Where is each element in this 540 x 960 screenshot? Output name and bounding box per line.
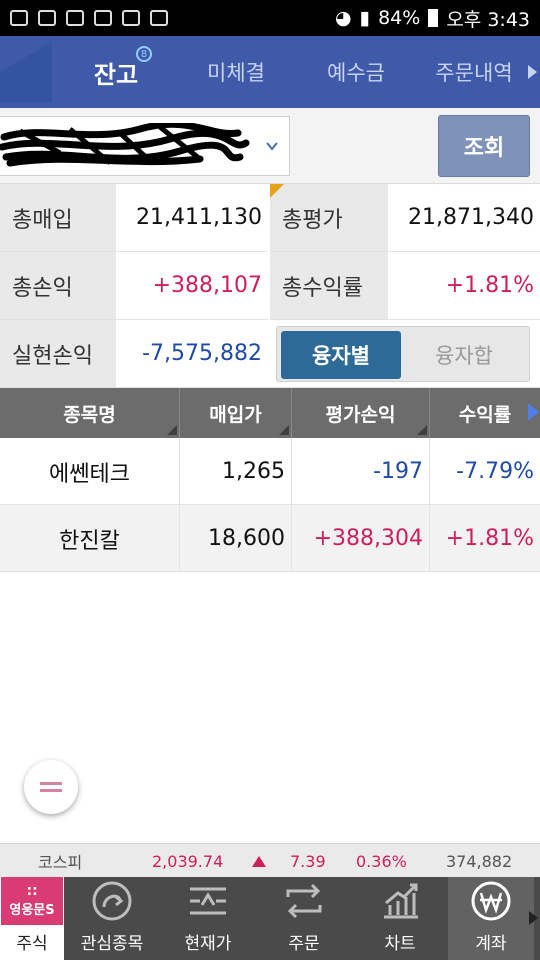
total-pl-label: 총손익 — [0, 252, 116, 320]
stock-name: 한진칼 — [0, 505, 180, 572]
stock-name: 에쎈테크 — [0, 438, 180, 505]
tab-deposit[interactable]: 예수금 — [300, 36, 412, 108]
app-icon — [38, 10, 56, 26]
column-label: 종목명 — [63, 403, 116, 426]
eval-pl: -197 — [292, 438, 430, 505]
nav-label: 현재가 — [184, 934, 232, 954]
tab-bar: 잔고 8 미체결 예수금 주문내역 — [0, 36, 540, 108]
total-return-label: 총수익률 — [270, 252, 388, 320]
stats-icon — [150, 10, 168, 26]
image-icon — [94, 10, 112, 26]
return-rate: -7.79% — [456, 459, 534, 484]
bottom-navigation: ∷ 영웅문S 주식 관심종목 현재가 주문 차트 계좌 — [0, 877, 540, 960]
total-purchase-value: 21,411,130 — [116, 184, 268, 252]
equals-icon — [40, 782, 62, 792]
message-icon — [10, 10, 28, 26]
tab-balance[interactable]: 잔고 — [62, 36, 170, 108]
tab-order-history[interactable]: 주문내역 — [420, 36, 528, 108]
account-select[interactable] — [0, 116, 290, 176]
column-header-name[interactable]: 종목명 — [0, 388, 180, 438]
battery-level: 84% — [378, 7, 421, 29]
column-label: 매입가 — [209, 403, 262, 426]
query-button[interactable]: 조회 — [438, 115, 530, 177]
redacted-scribble-icon — [0, 123, 250, 167]
won-icon — [471, 881, 511, 921]
total-pl-value: +388,107 — [116, 252, 268, 320]
loan-view-toggle: 융자별 융자합 — [276, 326, 530, 382]
nav-chart[interactable]: 차트 — [352, 877, 448, 960]
column-label: 수익률 — [458, 403, 512, 426]
nav-stocks[interactable]: ∷ 영웅문S 주식 — [0, 877, 64, 960]
tab-label: 미체결 — [207, 61, 265, 85]
battery-icon — [428, 9, 439, 27]
up-arrow-icon — [252, 844, 266, 878]
total-eval-label: 총평가 — [270, 184, 388, 252]
eval-pl: +388,304 — [292, 505, 430, 572]
column-header-price[interactable]: 매입가 — [180, 388, 292, 438]
price-lines-icon — [190, 887, 226, 915]
corner-marker — [270, 184, 284, 198]
nav-watchlist[interactable]: 관심종목 — [64, 877, 160, 960]
store-icon — [66, 10, 84, 26]
wifi-icon: ◕ — [335, 7, 352, 29]
brand-logo-icon: ∷ 영웅문S — [1, 877, 63, 925]
index-volume: 374,882 — [446, 851, 513, 871]
total-return-value: +1.81% — [388, 252, 540, 320]
star-ring-icon — [92, 881, 132, 921]
column-label: 평가손익 — [325, 403, 396, 426]
loan-by-item-button[interactable]: 융자별 — [281, 331, 401, 379]
sort-corner-icon — [279, 425, 289, 435]
signal-icon: ▮ — [359, 7, 371, 29]
loan-combined-button[interactable]: 융자합 — [403, 331, 525, 379]
notification-icons — [10, 10, 168, 26]
nav-current-price[interactable]: 현재가 — [160, 877, 256, 960]
system-status: ◕ ▮ 84% 오후 3:43 — [335, 5, 530, 32]
nav-label: 계좌 — [475, 934, 507, 954]
column-header-rate[interactable]: 수익률 — [430, 388, 540, 438]
floating-menu-button[interactable] — [24, 760, 78, 814]
tab-badge: 8 — [136, 46, 152, 62]
index-ticker[interactable]: 코스피 2,039.74 7.39 0.36% 374,882 — [0, 843, 540, 877]
sort-corner-icon — [417, 425, 427, 435]
purchase-price: 1,265 — [180, 438, 292, 505]
table-row[interactable]: 에쎈테크 1,265 -197 -7.79% — [0, 438, 540, 505]
exchange-arrows-icon — [286, 883, 322, 919]
info-icon — [122, 10, 140, 26]
realized-pl-label: 실현손익 — [0, 320, 116, 388]
tab-scroll-right-icon[interactable] — [528, 65, 537, 79]
chart-icon — [384, 883, 418, 919]
tab-label: 예수금 — [327, 61, 385, 85]
total-eval-value: 21,871,340 — [388, 184, 540, 252]
app-screen: ◕ ▮ 84% 오후 3:43 잔고 8 미체결 예수금 주문내역 조회 총매입… — [0, 0, 540, 960]
holdings-table-header: 종목명 매입가 평가손익 수익률 — [0, 388, 540, 438]
tab-label: 주문내역 — [435, 61, 513, 85]
tab-unfilled[interactable]: 미체결 — [180, 36, 292, 108]
chevron-down-icon — [266, 142, 278, 151]
nav-label: 차트 — [384, 934, 416, 954]
return-rate: +1.81% — [445, 526, 534, 551]
table-row[interactable]: 한진칼 18,600 +388,304 +1.81% — [0, 505, 540, 572]
nav-label: 주식 — [16, 934, 48, 954]
sort-corner-icon — [167, 425, 177, 435]
nav-label: 주문 — [288, 934, 320, 954]
index-value: 2,039.74 — [152, 851, 224, 871]
nav-order[interactable]: 주문 — [256, 877, 352, 960]
index-change-rate: 0.36% — [356, 851, 407, 871]
column-header-pl[interactable]: 평가손익 — [292, 388, 430, 438]
realized-pl-value: -7,575,882 — [116, 320, 268, 388]
brand-text: 영웅문S — [9, 902, 55, 918]
nav-more-icon[interactable] — [529, 911, 538, 925]
clock: 오후 3:43 — [446, 8, 530, 31]
scroll-columns-right-icon[interactable] — [528, 403, 539, 421]
purchase-price: 18,600 — [180, 505, 292, 572]
balance-summary: 총매입 21,411,130 총평가 21,871,340 총손익 +388,1… — [0, 184, 540, 388]
index-name: 코스피 — [38, 853, 83, 872]
index-change: 7.39 — [290, 851, 326, 871]
status-bar: ◕ ▮ 84% 오후 3:43 — [0, 0, 540, 36]
total-purchase-label: 총매입 — [0, 184, 116, 252]
back-button[interactable] — [0, 42, 52, 102]
nav-account[interactable]: 계좌 — [448, 877, 534, 960]
nav-label: 관심종목 — [80, 934, 144, 954]
tab-label: 잔고 — [93, 60, 139, 89]
